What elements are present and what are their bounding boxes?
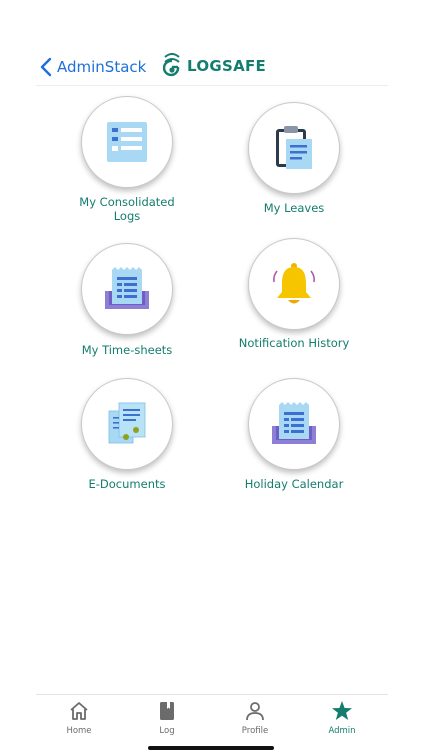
tab-home[interactable]: Home [49, 700, 109, 740]
documents-icon [108, 402, 146, 444]
menu-item-e-documents[interactable]: E-Documents [42, 378, 212, 513]
header-divider [36, 85, 388, 86]
menu-item-holiday-calendar[interactable]: Holiday Calendar [209, 378, 379, 513]
menu-item-my-leaves[interactable]: My Leaves [209, 102, 379, 237]
timesheet-receipt-icon [105, 267, 149, 309]
back-button-label: AdminStack [57, 58, 147, 76]
tab-label: Home [66, 726, 92, 736]
person-icon [246, 702, 264, 721]
logo-text: LOGSAFE [187, 57, 267, 75]
menu-item-label: Notification History [238, 336, 350, 350]
tab-bar-divider [36, 694, 388, 695]
home-indicator [148, 746, 274, 750]
tab-bar: Home Log Profile Admin [0, 694, 422, 750]
calendar-receipt-icon [272, 402, 316, 444]
consolidated-logs-icon [107, 122, 147, 162]
logsafe-logo-icon [162, 53, 180, 77]
back-button[interactable]: AdminStack [40, 56, 146, 78]
menu-item-icon-circle [248, 378, 340, 470]
menu-item-label: E-Documents [88, 477, 166, 491]
tab-label: Admin [328, 726, 356, 736]
bell-icon [273, 263, 315, 304]
menu-item-icon-circle [248, 238, 340, 330]
clipboard-icon [276, 126, 312, 169]
tab-profile[interactable]: Profile [225, 700, 285, 740]
tab-label: Profile [241, 726, 269, 736]
tab-admin[interactable]: Admin [312, 700, 372, 740]
menu-item-notification-history[interactable]: Notification History [209, 238, 379, 373]
menu-item-consolidated-logs[interactable]: My Consolidated Logs [42, 96, 212, 231]
logo: LOGSAFE [162, 52, 266, 80]
menu-item-timesheets[interactable]: My Time-sheets [42, 243, 212, 378]
menu-item-label: My Consolidated Logs [79, 195, 175, 223]
menu-item-label: Holiday Calendar [244, 477, 344, 491]
menu-item-label: My Time-sheets [81, 343, 173, 357]
menu-item-icon-circle [81, 243, 173, 335]
menu-item-icon-circle [81, 96, 173, 188]
star-icon [332, 701, 352, 720]
menu-item-icon-circle [248, 102, 340, 194]
tab-label: Log [159, 726, 175, 736]
menu-item-icon-circle [81, 378, 173, 470]
menu-item-label: My Leaves [263, 201, 325, 215]
book-icon [160, 702, 174, 720]
header: AdminStack LOGSAFE [0, 0, 422, 86]
chevron-left-icon [40, 57, 52, 77]
tab-log[interactable]: Log [137, 700, 197, 740]
home-icon [70, 702, 88, 720]
